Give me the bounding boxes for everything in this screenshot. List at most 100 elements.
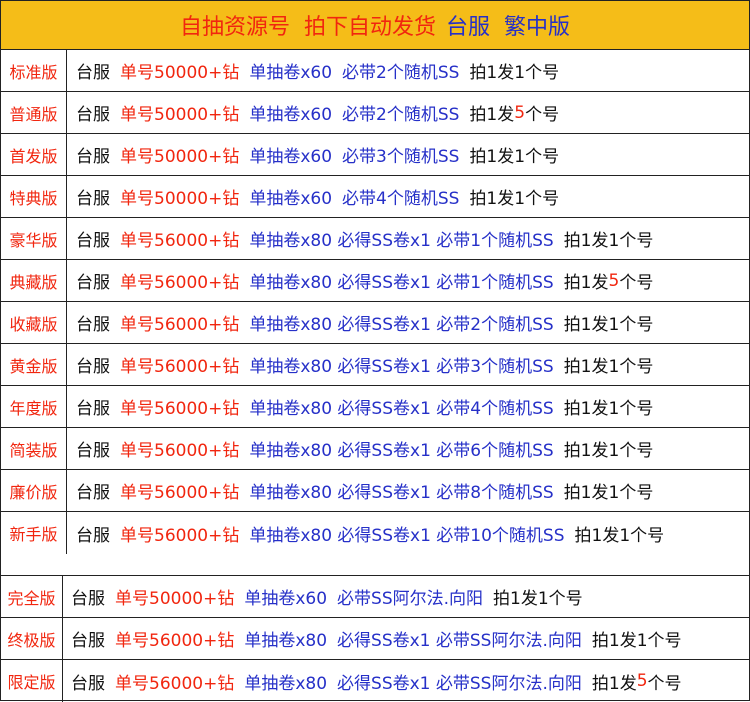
edition-description: 台服 单号50000+钻 单抽卷x60 必带2个随机SS 拍1发1个号 (76, 50, 559, 91)
description-segment: 单号56000+钻 (120, 483, 240, 503)
description-segment: 单抽卷x60 (244, 589, 328, 609)
edition-row: 完全版 台服 单号50000+钻 单抽卷x60 必带SS阿尔法.向阳 拍1发1个号 (1, 576, 749, 618)
edition-row: 年度版 台服 单号56000+钻 单抽卷x80 必得SS卷x1 必带4个随机SS 拍1发… (1, 386, 749, 428)
header-subtitle: 台服 繁中版 (446, 15, 570, 40)
edition-description: 台服 单号56000+钻 单抽卷x80 必得SS卷x1 必带SS阿尔法.向阳 拍1发1个… (71, 618, 682, 659)
description-segment: 5 (514, 102, 526, 123)
edition-row: 黄金版 台服 单号56000+钻 单抽卷x80 必得SS卷x1 必带3个随机SS 拍1发… (1, 344, 749, 386)
description-segment: 单抽卷x80 必得SS卷x1 必带4个随机SS (249, 399, 554, 419)
description-segment: 必带SS阿尔法.向阳 (337, 589, 484, 609)
edition-label: 限定版 (1, 660, 63, 702)
description-segment: 单号56000+钻 (120, 441, 240, 461)
edition-description: 台服 单号56000+钻 单抽卷x80 必得SS卷x1 必带10个随机SS 拍1发1个… (76, 512, 664, 554)
edition-row: 标准版 台服 单号50000+钻 单抽卷x60 必带2个随机SS 拍1发1个号 (1, 50, 749, 92)
description-segment: 必带2个随机SS (342, 105, 460, 125)
section-divider (1, 553, 749, 576)
description-segment: 台服 (76, 357, 110, 377)
edition-label: 典藏版 (1, 260, 67, 301)
description-segment: 拍1发1个号 (563, 441, 654, 461)
edition-description: 台服 单号56000+钻 单抽卷x80 必得SS卷x1 必带1个随机SS 拍1发1个号 (76, 218, 653, 259)
description-segment: 拍1发1个号 (591, 631, 682, 651)
edition-description: 台服 单号50000+钻 单抽卷x60 必带3个随机SS 拍1发1个号 (76, 134, 559, 175)
edition-row: 限定版 台服 单号56000+钻 单抽卷x80 必得SS卷x1 必带SS阿尔法.向阳 拍1… (1, 660, 749, 702)
description-segment: 必得SS卷x1 必带SS阿尔法.向阳 (337, 673, 582, 694)
edition-label: 完全版 (1, 576, 63, 617)
description-segment: 单号50000+钻 (120, 63, 240, 83)
description-segment: 个号 (525, 105, 560, 125)
edition-description: 台服 单号50000+钻 单抽卷x60 必带SS阿尔法.向阳 拍1发1个号 (71, 576, 583, 617)
description-segment: 拍1发1个号 (563, 483, 654, 503)
description-segment: 拍1发1个号 (493, 589, 583, 609)
description-segment: 单抽卷x60 (249, 147, 333, 167)
edition-description: 台服 单号50000+钻 单抽卷x60 必带4个随机SS 拍1发1个号 (76, 176, 559, 217)
description-segment: 台服 (76, 231, 110, 251)
description-segment: 单号56000+钻 (115, 673, 235, 694)
description-segment: 台服 (76, 105, 110, 125)
description-segment: 拍1发1个号 (563, 231, 654, 251)
description-segment: 台服 (76, 189, 110, 209)
description-segment: 单抽卷x80 必得SS卷x1 必带3个随机SS (249, 357, 554, 377)
description-segment: 台服 (76, 63, 110, 83)
edition-description: 台服 单号50000+钻 单抽卷x60 必带2个随机SS 拍1发 5 个号 (76, 92, 559, 133)
description-segment: 单号50000+钻 (120, 189, 240, 209)
edition-row: 收藏版 台服 单号56000+钻 单抽卷x80 必得SS卷x1 必带2个随机SS 拍1发… (1, 302, 749, 344)
description-segment: 单号56000+钻 (115, 631, 235, 651)
description-segment: 单号56000+钻 (120, 231, 240, 251)
edition-row: 廉价版 台服 单号56000+钻 单抽卷x80 必得SS卷x1 必带8个随机SS 拍1发… (1, 470, 749, 512)
header-banner: 自抽资源号 拍下自动发货 台服 繁中版 (1, 1, 749, 50)
edition-row: 普通版 台服 单号50000+钻 单抽卷x60 必带2个随机SS 拍1发 5 个号 (1, 92, 749, 134)
description-segment: 单抽卷x60 (249, 105, 333, 125)
description-segment: 台服 (76, 399, 110, 419)
edition-table-special: 完全版 台服 单号50000+钻 单抽卷x60 必带SS阿尔法.向阳 拍1发1个号 终极版台… (1, 576, 749, 702)
edition-description: 台服 单号56000+钻 单抽卷x80 必得SS卷x1 必带2个随机SS 拍1发1个号 (76, 302, 653, 343)
edition-description: 台服 单号56000+钻 单抽卷x80 必得SS卷x1 必带8个随机SS 拍1发1个号 (76, 470, 653, 511)
description-segment: 5 (608, 270, 620, 291)
description-segment: 拍1发1个号 (574, 525, 665, 546)
description-segment: 单号56000+钻 (120, 525, 240, 546)
edition-label: 年度版 (1, 386, 67, 427)
description-segment: 单抽卷x80 必得SS卷x1 必带6个随机SS (249, 441, 554, 461)
description-segment: 单号50000+钻 (120, 147, 240, 167)
description-segment: 台服 (76, 315, 110, 335)
description-segment: 台服 (71, 673, 105, 694)
description-segment: 必带3个随机SS (342, 147, 460, 167)
description-segment: 单抽卷x80 (244, 631, 328, 651)
description-segment: 台服 (71, 589, 105, 609)
edition-label: 黄金版 (1, 344, 67, 385)
description-segment: 单抽卷x80 必得SS卷x1 必带1个随机SS (249, 273, 554, 293)
edition-label: 特典版 (1, 176, 67, 217)
edition-row: 特典版 台服 单号50000+钻 单抽卷x60 必带4个随机SS 拍1发1个号 (1, 176, 749, 218)
edition-label: 豪华版 (1, 218, 67, 259)
description-segment: 拍1发1个号 (563, 315, 654, 335)
edition-label: 普通版 (1, 92, 67, 133)
edition-description: 台服 单号56000+钻 单抽卷x80 必得SS卷x1 必带SS阿尔法.向阳 拍1发 5 个… (71, 660, 682, 702)
description-segment: 个号 (619, 273, 654, 293)
description-segment: 台服 (76, 147, 110, 167)
description-segment: 单号56000+钻 (120, 315, 240, 335)
description-segment: 单号50000+钻 (120, 105, 240, 125)
description-segment: 单抽卷x80 必得SS卷x1 必带10个随机SS (249, 525, 565, 546)
description-segment: 拍1发1个号 (469, 147, 560, 167)
description-segment: 拍1发 (591, 673, 637, 694)
description-segment: 必带2个随机SS (342, 63, 460, 83)
description-segment: 单号56000+钻 (120, 273, 240, 293)
edition-label: 廉价版 (1, 470, 67, 511)
description-segment: 5 (636, 671, 648, 691)
edition-row: 豪华版 台服 单号56000+钻 单抽卷x80 必得SS卷x1 必带1个随机SS 拍1发… (1, 218, 749, 260)
edition-description: 台服 单号56000+钻 单抽卷x80 必得SS卷x1 必带1个随机SS 拍1发 5 个号 (76, 260, 653, 301)
description-segment: 拍1发1个号 (469, 63, 560, 83)
description-segment: 拍1发1个号 (469, 189, 560, 209)
description-segment: 必得SS卷x1 必带SS阿尔法.向阳 (337, 631, 582, 651)
description-segment: 拍1发1个号 (563, 357, 654, 377)
edition-label: 简装版 (1, 428, 67, 469)
description-segment: 单抽卷x80 必得SS卷x1 必带8个随机SS (249, 483, 554, 503)
description-segment: 单抽卷x60 (249, 63, 333, 83)
edition-row: 简装版 台服 单号56000+钻 单抽卷x80 必得SS卷x1 必带6个随机SS 拍1发… (1, 428, 749, 470)
edition-label: 首发版 (1, 134, 67, 175)
description-segment: 单抽卷x80 必得SS卷x1 必带2个随机SS (249, 315, 554, 335)
edition-label: 新手版 (1, 512, 67, 554)
edition-row: 首发版 台服 单号50000+钻 单抽卷x60 必带3个随机SS 拍1发1个号 (1, 134, 749, 176)
description-segment: 单号56000+钻 (120, 399, 240, 419)
edition-row: 新手版 台服 单号56000+钻 单抽卷x80 必得SS卷x1 必带10个随机SS 拍1… (1, 512, 749, 554)
description-segment: 拍1发 (469, 105, 515, 125)
